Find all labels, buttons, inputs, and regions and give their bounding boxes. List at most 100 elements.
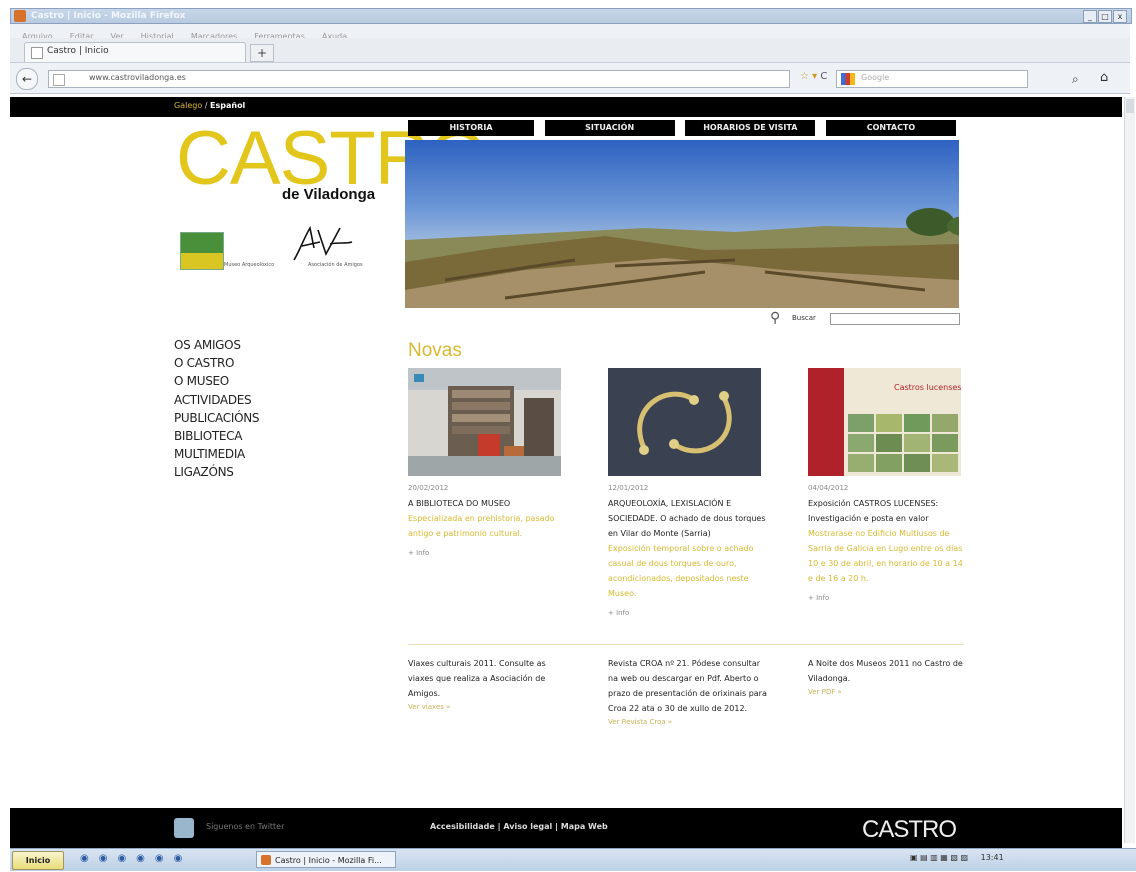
lower-news-link[interactable]: Ver PDF » xyxy=(808,688,968,696)
system-tray: ▣ ▤ ▥ ▦ ▧ ▨ 13:41 xyxy=(910,853,1004,862)
os-taskbar: Inicio ◉◉◉◉◉◉ Castro | Inicio - Mozilla … xyxy=(10,848,1136,871)
nav-situacion[interactable]: SITUACIÓN xyxy=(544,120,675,136)
footer-logo[interactable]: CASTRO xyxy=(862,816,957,844)
hero-panorama-image xyxy=(405,140,959,308)
twitter-link[interactable]: Síguenos en Twitter xyxy=(206,822,284,831)
tray-clock: 13:41 xyxy=(980,853,1004,862)
news-title[interactable]: ARQUEOLOXÍA, LEXISLACIÓN E SOCIEDADE. O … xyxy=(608,496,768,541)
museum-logo[interactable]: Museo Arqueolóxico xyxy=(180,232,290,272)
news-more-link[interactable]: + Info xyxy=(408,549,568,557)
lower-news-text: Revista CROA nº 21. Pódese consultar na … xyxy=(608,659,767,713)
search-bar[interactable]: Google xyxy=(836,70,1028,88)
lower-news-item: Revista CROA nº 21. Pódese consultar na … xyxy=(608,656,768,726)
association-caption: Asociación de Amigos xyxy=(308,262,363,268)
site-logo-subtitle: de Viladonga xyxy=(282,186,376,203)
lower-news-item: Viaxes culturais 2011. Consulte as viaxe… xyxy=(408,656,568,711)
footer-links[interactable]: Accesibilidade | Aviso legal | Mapa Web xyxy=(430,822,608,831)
site-identity-icon[interactable] xyxy=(53,74,65,86)
news-item: 20/02/2012 A BIBLIOTECA DO MUSEO Especia… xyxy=(408,368,568,557)
library-photo[interactable] xyxy=(408,368,561,476)
start-button[interactable]: Inicio xyxy=(12,851,64,870)
news-date: 12/01/2012 xyxy=(608,484,649,492)
quick-launch-icons[interactable]: ◉◉◉◉◉◉ xyxy=(80,853,192,864)
language-bar: Galego / Español xyxy=(10,97,1122,117)
tab-label: Castro | Inicio xyxy=(47,46,109,56)
news-description: Especializada en prehistoria, pasado ant… xyxy=(408,514,555,538)
search-label: Buscar xyxy=(792,314,816,322)
firefox-icon xyxy=(261,855,271,865)
nav-contacto[interactable]: CONTACTO xyxy=(825,120,956,136)
news-heading: Novas xyxy=(408,340,462,361)
poster-title: Castros lucenses xyxy=(894,383,961,392)
association-signature-icon xyxy=(293,225,353,261)
menu-multimedia[interactable]: MULTIMEDIA xyxy=(174,445,259,463)
tab-strip: Castro | Inicio + xyxy=(10,38,1130,63)
menu-publicacions[interactable]: PUBLICACIÓNS xyxy=(174,409,260,427)
site-footer: Síguenos en Twitter Accesibilidade | Avi… xyxy=(10,808,1122,848)
news-date: 20/02/2012 xyxy=(408,484,449,492)
favicon-icon xyxy=(31,47,43,59)
close-button[interactable]: x xyxy=(1113,10,1127,23)
news-more-link[interactable]: + Info xyxy=(808,594,968,602)
nav-horarios[interactable]: HORARIOS DE VISITA xyxy=(685,120,816,136)
museum-caption: Museo Arqueolóxico xyxy=(224,262,275,268)
lower-news-text: Viaxes culturais 2011. Consulte as viaxe… xyxy=(408,659,546,698)
news-item: 12/01/2012 ARQUEOLOXÍA, LEXISLACIÓN E SO… xyxy=(608,368,768,617)
reload-icon[interactable]: C xyxy=(820,71,827,82)
lower-news-link[interactable]: Ver viaxes » xyxy=(408,703,568,711)
menu-biblioteca[interactable]: BIBLIOTECA xyxy=(174,427,259,445)
window-title: Castro | Inicio - Mozilla Firefox xyxy=(31,11,186,21)
scrollbar-thumb[interactable] xyxy=(1126,99,1134,113)
news-date: 04/04/2012 xyxy=(808,484,849,492)
lower-news-link[interactable]: Ver Revista Croa » xyxy=(608,718,768,726)
page-scrollbar[interactable] xyxy=(1124,97,1135,843)
taskbar-firefox-label: Castro | Inicio - Mozilla Fi... xyxy=(275,856,382,865)
museum-logo-icon xyxy=(180,232,224,270)
lower-news-text: A Noite dos Museos 2011 no Castro de Vil… xyxy=(808,659,963,683)
association-logo[interactable]: Asociación de Amigos xyxy=(290,224,400,270)
url-bar[interactable]: www.castroviladonga.es xyxy=(48,70,790,88)
menu-o-museo[interactable]: O MUSEO xyxy=(174,372,259,390)
twitter-icon[interactable] xyxy=(174,818,194,838)
home-icon[interactable]: ⌂ xyxy=(1100,70,1108,85)
taskbar-firefox-button[interactable]: Castro | Inicio - Mozilla Fi... xyxy=(256,851,396,868)
top-navigation: HISTORIA SITUACIÓN HORARIOS DE VISITA CO… xyxy=(408,120,956,136)
menu-bar: Arquivo Editar Ver Historial Marcadores … xyxy=(10,24,1130,41)
browser-tab[interactable]: Castro | Inicio xyxy=(24,42,246,62)
news-description: Exposición temporal sobre o achado casua… xyxy=(608,544,754,598)
lang-separator: / xyxy=(204,101,208,110)
navigation-bar: ← www.castroviladonga.es ☆ ▾ C Google ⌕ … xyxy=(10,63,1130,94)
lang-espanol-link[interactable]: Español xyxy=(210,101,245,110)
maximize-button[interactable]: □ xyxy=(1098,10,1112,23)
torques-photo[interactable] xyxy=(608,368,761,476)
news-title[interactable]: Exposición CASTROS LUCENSES: Investigaci… xyxy=(808,496,968,526)
menu-actividades[interactable]: ACTIVIDADES xyxy=(174,391,259,409)
news-title[interactable]: A BIBLIOTECA DO MUSEO xyxy=(408,496,568,511)
back-button[interactable]: ← xyxy=(16,68,38,90)
panorama-landscape-image xyxy=(405,208,959,308)
bookmark-star-icon[interactable]: ☆ ▾ C xyxy=(800,71,827,82)
site-search-input[interactable] xyxy=(830,313,960,325)
menu-os-amigos[interactable]: OS AMIGOS xyxy=(174,336,259,354)
search-icon[interactable]: ⌕ xyxy=(1072,72,1079,87)
nav-historia[interactable]: HISTORIA xyxy=(408,120,534,136)
minimize-button[interactable]: _ xyxy=(1083,10,1097,23)
exhibition-poster[interactable]: Castros lucenses xyxy=(808,368,961,476)
menu-ligazons[interactable]: LIGAZÓNS xyxy=(174,463,259,481)
tray-icons[interactable]: ▣ ▤ ▥ ▦ ▧ ▨ xyxy=(910,853,968,862)
google-icon xyxy=(841,73,855,85)
search-placeholder: Google xyxy=(861,73,890,82)
news-more-link[interactable]: + Info xyxy=(608,609,768,617)
window-titlebar: Castro | Inicio - Mozilla Firefox _ □ x xyxy=(10,8,1132,24)
url-text: www.castroviladonga.es xyxy=(89,73,186,82)
firefox-icon xyxy=(14,10,26,22)
lower-news-item: A Noite dos Museos 2011 no Castro de Vil… xyxy=(808,656,968,696)
news-description: Mostrarase no Edificio Multiusos de Sarr… xyxy=(808,529,963,583)
side-menu: OS AMIGOS O CASTRO O MUSEO ACTIVIDADES P… xyxy=(174,336,260,482)
lang-galego-link[interactable]: Galego xyxy=(174,101,202,110)
new-tab-button[interactable]: + xyxy=(250,44,274,62)
news-divider xyxy=(408,644,964,645)
search-magnifier-icon[interactable]: ⚲ xyxy=(770,310,780,326)
menu-o-castro[interactable]: O CASTRO xyxy=(174,354,259,372)
news-item: Castros lucenses 04/04/2012 Exposición C… xyxy=(808,368,968,602)
